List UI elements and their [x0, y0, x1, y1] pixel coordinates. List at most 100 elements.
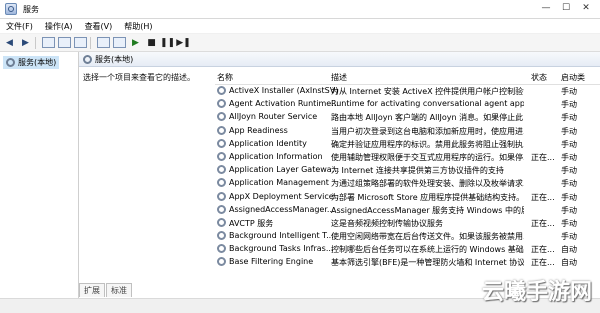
table-row[interactable]: Background Intelligent T... 使用空闲网络带宽在后台传送…: [215, 230, 600, 243]
service-status: 正在...: [531, 152, 555, 162]
refresh-icon[interactable]: [58, 37, 71, 48]
services-app-icon: [5, 3, 17, 15]
service-name: AppX Deployment Service...: [229, 191, 341, 201]
service-description: 为 Internet 连接共享提供第三方协议插件的支持: [331, 166, 504, 176]
properties-icon[interactable]: [113, 37, 126, 48]
tree-item-services-local[interactable]: 服务(本地): [3, 56, 60, 69]
service-name: Background Intelligent T...: [229, 231, 334, 241]
service-gear-icon: [217, 178, 226, 188]
table-row[interactable]: Application Identity 确定并验证应用程序的标识。禁用此服务将阻…: [215, 138, 600, 151]
service-name: ActiveX Installer (AxInstSV): [229, 86, 339, 95]
table-row[interactable]: Agent Activation Runtime... Runtime for a…: [215, 98, 600, 111]
column-header-startup-type[interactable]: 启动类: [561, 72, 585, 83]
menu-action[interactable]: 操作(A): [39, 21, 79, 32]
watermark: 云曦手游网: [481, 280, 592, 305]
service-gear-icon: [217, 231, 226, 241]
service-gear-icon: [217, 86, 226, 95]
service-status: 正在...: [531, 245, 555, 255]
help-icon[interactable]: [97, 37, 110, 48]
maximize-button[interactable]: ☐: [558, 2, 574, 14]
column-header-description[interactable]: 描述: [331, 72, 347, 83]
table-row[interactable]: App Readiness 当用户初次登录到这台电脑和添加新应用时，使应用进...…: [215, 125, 600, 138]
service-description: 控制哪些后台任务可以在系统上运行的 Windows 基础...: [331, 245, 524, 255]
service-name: App Readiness: [229, 125, 288, 135]
forward-arrow-icon[interactable]: ▶: [19, 37, 32, 49]
service-description: Runtime for activating conversational ag…: [331, 99, 524, 109]
service-startup-type: 自动: [561, 258, 577, 268]
service-status: 正在...: [531, 258, 555, 268]
toolbar: ◀ ▶ ▶ ■ ❚❚ ▶❚: [0, 34, 600, 52]
services-pane: 服务(本地) 选择一个项目来查看它的描述。 名称 描述 状态 启动类 Activ…: [79, 52, 600, 298]
service-startup-type: 手动: [561, 126, 577, 136]
pane-title: 服务(本地): [95, 54, 134, 64]
service-startup-type: 手动: [561, 152, 577, 162]
service-gear-icon: [217, 112, 226, 122]
service-status: 正在...: [531, 218, 555, 228]
table-row[interactable]: Application Layer Gatewa... 为 Internet 连接…: [215, 164, 600, 177]
service-gear-icon: [217, 191, 226, 201]
table-row[interactable]: Application Management 为通过组策略部署的软件处理安装、删除…: [215, 177, 600, 190]
service-description: 基本筛选引擎(BFE)是一种管理防火墙和 Internet 协议...: [331, 258, 524, 268]
service-startup-type: 手动: [561, 87, 577, 96]
service-gear-icon: [217, 165, 226, 175]
column-header-name[interactable]: 名称: [217, 72, 233, 83]
service-name: Agent Activation Runtime...: [229, 99, 339, 109]
service-description: 为部署 Microsoft Store 应用程序提供基础结构支持。...: [331, 192, 524, 202]
table-header: 名称 描述 状态 启动类: [215, 70, 600, 85]
title-bar: 服务 — ☐ ✕: [0, 0, 600, 19]
service-startup-type: 手动: [561, 179, 577, 189]
table-row[interactable]: AppX Deployment Service... 为部署 Microsoft …: [215, 191, 600, 204]
window-controls: — ☐ ✕: [538, 2, 594, 14]
service-name: Application Information: [229, 151, 323, 161]
service-description: 为通过组策略部署的软件处理安装、删除以及枚举请求...: [331, 179, 524, 189]
tab-extended[interactable]: 扩展: [79, 283, 105, 297]
service-name: AllJoyn Router Service: [229, 112, 318, 122]
table-row[interactable]: AssignedAccessManager... AssignedAccessMa…: [215, 204, 600, 217]
service-name: Application Layer Gatewa...: [229, 165, 340, 175]
table-row[interactable]: AVCTP 服务 这是音频视频控制传输协议服务 正在... 手动: [215, 217, 600, 230]
close-button[interactable]: ✕: [578, 2, 594, 14]
table-row[interactable]: Background Tasks Infras... 控制哪些后台任务可以在系统上…: [215, 243, 600, 256]
service-name: Application Management: [229, 178, 329, 188]
menu-view[interactable]: 查看(V): [79, 21, 119, 32]
service-gear-icon: [217, 204, 226, 214]
column-header-status[interactable]: 状态: [531, 72, 547, 83]
service-name: Application Identity: [229, 138, 307, 148]
table-row[interactable]: Base Filtering Engine 基本筛选引擎(BFE)是一种管理防火墙…: [215, 256, 600, 269]
start-service-icon[interactable]: ▶: [129, 37, 142, 49]
service-startup-type: 自动: [561, 245, 577, 255]
restart-service-icon[interactable]: ▶❚: [176, 37, 190, 49]
service-status: 正在...: [531, 192, 555, 202]
service-description: 使用空闲网络带宽在后台传送文件。如果该服务被禁用...: [331, 232, 524, 242]
tab-standard[interactable]: 标准: [106, 283, 132, 297]
toolbar-separator: [35, 36, 36, 49]
back-arrow-icon[interactable]: ◀: [3, 37, 16, 49]
service-description: AssignedAccessManager 服务支持 Windows 中的展..…: [331, 205, 524, 215]
service-name: AssignedAccessManager...: [229, 204, 335, 214]
table-row[interactable]: ActiveX Installer (AxInstSV) 为从 Internet …: [215, 85, 600, 98]
toolbar-separator: [90, 36, 91, 49]
service-startup-type: 手动: [561, 218, 577, 228]
minimize-button[interactable]: —: [538, 2, 554, 14]
pause-service-icon[interactable]: ❚❚: [160, 37, 175, 49]
service-startup-type: 手动: [561, 192, 577, 202]
service-startup-type: 手动: [561, 113, 577, 123]
menu-bar: 文件(F) 操作(A) 查看(V) 帮助(H): [0, 19, 600, 33]
menu-help[interactable]: 帮助(H): [118, 21, 158, 32]
service-name: AVCTP 服务: [229, 218, 274, 228]
service-description: 这是音频视频控制传输协议服务: [331, 218, 443, 228]
stop-service-icon[interactable]: ■: [145, 37, 158, 49]
tree-item-label: 服务(本地): [18, 58, 57, 67]
show-hide-console-tree-icon[interactable]: [42, 37, 55, 48]
service-description: 当用户初次登录到这台电脑和添加新应用时，使应用进...: [331, 126, 524, 136]
menu-file[interactable]: 文件(F): [0, 21, 39, 32]
service-startup-type: 手动: [561, 139, 577, 149]
services-table: 名称 描述 状态 启动类 ActiveX Installer (AxInstSV…: [215, 70, 600, 270]
description-text: 选择一个项目来查看它的描述。: [83, 73, 195, 82]
table-row[interactable]: Application Information 使用辅助管理权限便于交互式应用程序…: [215, 151, 600, 164]
console-tree: 服务(本地): [0, 52, 79, 298]
service-startup-type: 手动: [561, 205, 577, 215]
table-row[interactable]: AllJoyn Router Service 路由本地 AllJoyn 客户端的 …: [215, 111, 600, 124]
export-list-icon[interactable]: [74, 37, 87, 48]
service-gear-icon: [217, 244, 226, 254]
